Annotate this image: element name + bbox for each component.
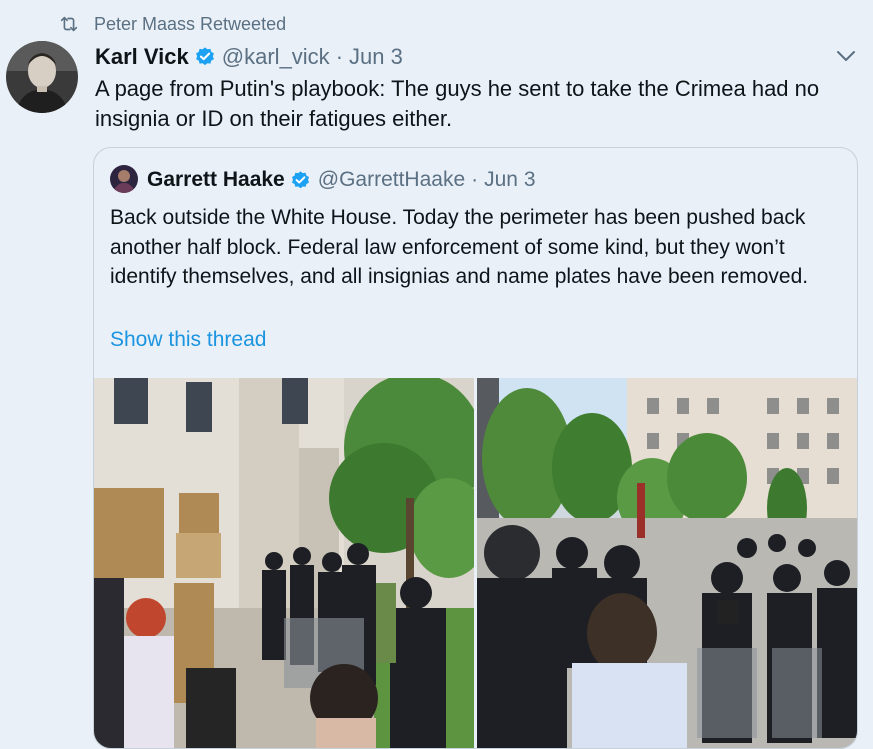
verified-badge-icon [291,170,309,188]
quoted-tweet-card[interactable]: Garrett Haake @GarrettHaake · Jun 3 Back… [93,147,858,749]
separator-dot: · [471,168,479,191]
tweet-header: Karl Vick @karl_vick · Jun 3 [95,42,403,72]
quoted-avatar [110,165,138,193]
avatar[interactable] [6,41,78,113]
tweet-date[interactable]: Jun 3 [349,44,403,70]
retweet-context: Peter Maass Retweeted [58,12,286,36]
retweet-icon [60,16,78,32]
photo-right[interactable] [477,378,857,748]
author-name[interactable]: Karl Vick [95,44,189,70]
separator-dot: · [335,44,344,69]
quoted-author-name: Garrett Haake [147,168,285,191]
tweet-text: A page from Putin's playbook: The guys h… [95,76,820,131]
chevron-down-icon[interactable] [834,46,858,66]
verified-badge-icon [195,47,214,66]
quoted-tweet-date: Jun 3 [484,168,536,191]
quoted-tweet-text: Back outside the White House. Today the … [110,206,809,288]
show-thread-link[interactable]: Show this thread [110,328,266,352]
retweeted-by-text[interactable]: Peter Maass Retweeted [94,14,286,35]
quoted-author-handle: @GarrettHaake [317,168,466,191]
author-handle[interactable]: @karl_vick [222,44,330,70]
photo-left[interactable] [94,378,474,748]
quoted-tweet-header: Garrett Haake @GarrettHaake · Jun 3 [147,165,536,195]
